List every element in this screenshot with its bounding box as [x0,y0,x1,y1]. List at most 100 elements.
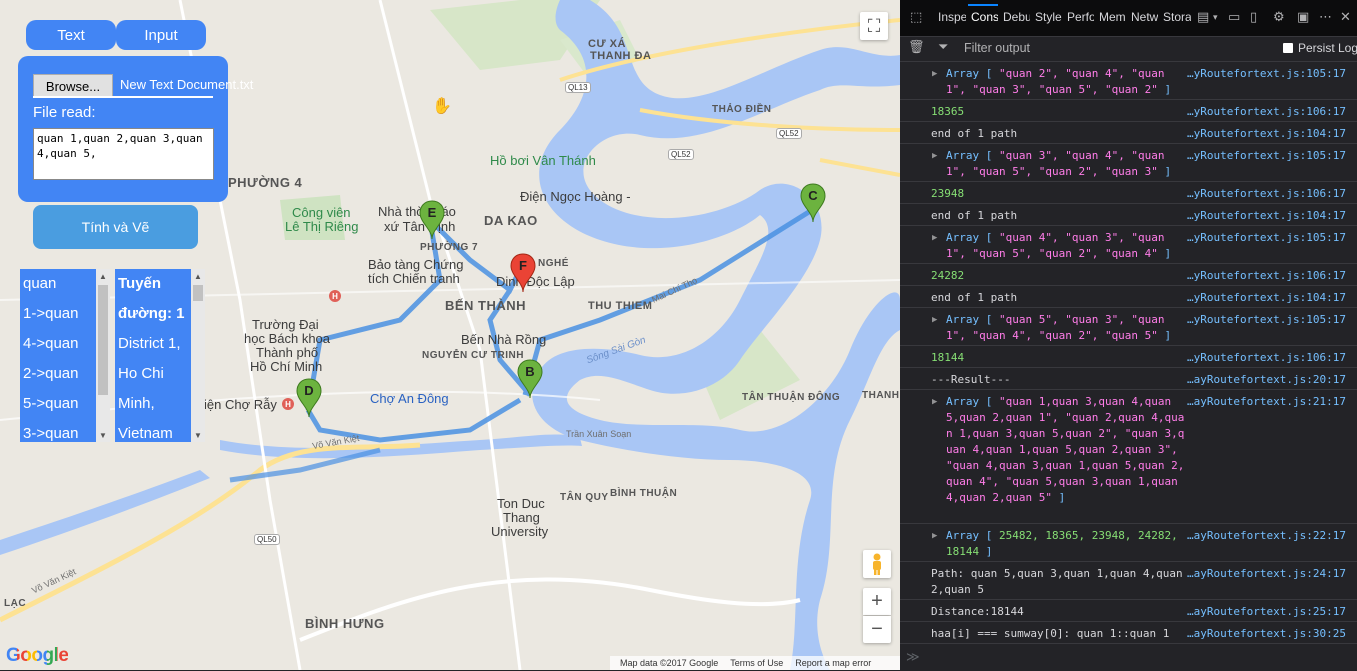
more-options-icon[interactable]: ⋯ [1319,10,1332,25]
file-content-textarea[interactable]: quan 1,quan 2,quan 3,quan 4,quan 5, [33,128,214,180]
frame-selector-icon[interactable]: ▤ [1197,10,1209,25]
tab-storage[interactable]: Stora [1163,10,1191,24]
console-message[interactable]: ▶ Array [ "quan 1,quan 3,quan 4,quan 5,qu… [900,390,1357,524]
console-message[interactable]: ▶ Array [ "quan 4", "quan 3", "quan 1", "… [900,226,1357,264]
console-message[interactable]: ▶ Array [ 25482, 18365, 23948, 24282, 181… [900,524,1357,562]
console-message[interactable]: end of 1 path …yRoutefortext.js:104:17 [900,204,1357,226]
chevron-down-icon[interactable]: ▾ [1213,13,1218,23]
scroll-down-icon[interactable]: ▼ [96,428,110,442]
expand-triangle-icon[interactable]: ▶ [932,528,937,544]
map-view[interactable]: PHƯỜNG 4 CƯ XÁ THANH ĐA DA KAO BẾN THÀNH… [0,0,900,670]
source-location-link[interactable]: …yRoutefortext.js:105:17 [1187,148,1357,164]
map-marker-e[interactable]: E [419,200,445,240]
source-location-link[interactable]: …yRoutefortext.js:106:17 [1187,268,1357,284]
tab-input[interactable]: Input [116,20,206,50]
report-map-error-link[interactable]: Report a map error [795,658,871,668]
console-message[interactable]: ---Result--- …ayRoutefortext.js:20:17 [900,368,1357,390]
scrollbar-thumb[interactable] [193,285,203,301]
expand-triangle-icon[interactable]: ▶ [932,66,937,82]
tab-network[interactable]: Netw [1131,10,1158,24]
split-console-icon[interactable]: ▭ [1228,10,1240,25]
active-tab-indicator [968,4,998,6]
expand-triangle-icon[interactable]: ▶ [932,230,937,246]
console-message-text: 24282 [931,269,965,282]
console-message[interactable]: Distance:18144 …ayRoutefortext.js:25:17 [900,600,1357,622]
map-marker-d[interactable]: D [296,378,322,418]
tab-console[interactable]: Cons [971,10,998,24]
filter-output-input[interactable]: Filter output [964,41,1030,55]
source-location-link[interactable]: …yRoutefortext.js:106:17 [1187,350,1357,366]
source-location-link[interactable]: …ayRoutefortext.js:30:25 [1187,626,1357,642]
map-marker-c[interactable]: C [800,183,826,223]
calculate-and-draw-button[interactable]: Tính và Vẽ [33,205,198,249]
expand-triangle-icon[interactable]: ▶ [932,312,937,328]
console-message-text: end of 1 path [931,291,1018,304]
source-location-link[interactable]: …yRoutefortext.js:105:17 [1187,230,1357,246]
source-location-link[interactable]: …yRoutefortext.js:106:17 [1187,104,1357,120]
browse-button[interactable]: Browse... [33,74,113,98]
source-location-link[interactable]: …yRoutefortext.js:104:17 [1187,290,1357,306]
street-view-pegman-icon[interactable] [863,550,891,578]
scrollbar[interactable]: ▲ ▼ [191,269,205,442]
expand-triangle-icon[interactable]: ▶ [932,394,937,410]
zoom-out-button[interactable]: − [863,616,891,643]
console-message[interactable]: haa[i] === sumway[0]: quan 1::quan 1 …ayR… [900,622,1357,642]
chevron-right-icon: ≫ [906,650,920,665]
console-message[interactable]: 18365 …yRoutefortext.js:106:17 [900,100,1357,122]
console-message[interactable]: end of 1 path …yRoutefortext.js:104:17 [900,286,1357,308]
scroll-up-icon[interactable]: ▲ [96,269,110,283]
gear-icon[interactable]: ⚙ [1273,10,1285,25]
tab-inspector[interactable]: Inspe [938,10,966,24]
source-location-link[interactable]: …yRoutefortext.js:104:17 [1187,208,1357,224]
console-message-text: Distance:18144 [931,605,1024,618]
terms-of-use-link[interactable]: Terms of Use [730,658,783,668]
console-message-text: end of 1 path [931,127,1018,140]
route-detail-list[interactable]: Tuyến đường: 1 District 1, Ho Chi Minh, … [115,269,205,442]
tab-performance[interactable]: Perfo [1067,10,1094,24]
scrollbar[interactable]: ▲ ▼ [96,269,110,442]
console-message[interactable]: 23948 …yRoutefortext.js:106:17 [900,182,1357,204]
devtools-panel: ⬚ Inspe Cons Debu Style Perfo Mem Netw S… [900,0,1357,671]
route-order-list[interactable]: quan 1->quan 4->quan 2->quan 5->quan 3->… [20,269,110,442]
source-location-link[interactable]: …yRoutefortext.js:105:17 [1187,66,1357,82]
responsive-design-icon[interactable]: ▯ [1250,10,1257,25]
source-location-link[interactable]: …ayRoutefortext.js:21:17 [1187,394,1357,410]
fullscreen-icon[interactable]: ⛶ [860,12,888,40]
source-location-link[interactable]: …ayRoutefortext.js:22:17 [1187,528,1357,544]
tab-debugger[interactable]: Debu [1003,10,1030,24]
expand-triangle-icon[interactable]: ▶ [932,148,937,164]
tab-style-editor[interactable]: Style [1035,10,1063,24]
scrollbar-thumb[interactable] [98,285,108,395]
scroll-down-icon[interactable]: ▼ [191,428,205,442]
map-data-attribution: Map data ©2017 Google [620,658,719,668]
console-message-text: Array [ "quan 5", "quan 3", "quan 1", "q… [946,313,1172,342]
source-location-link[interactable]: …yRoutefortext.js:104:17 [1187,126,1357,142]
source-location-link[interactable]: …ayRoutefortext.js:25:17 [1187,604,1357,620]
close-icon[interactable]: ✕ [1340,10,1351,25]
console-message[interactable]: 18144 …yRoutefortext.js:106:17 [900,346,1357,368]
element-picker-icon[interactable]: ⬚ [910,10,922,25]
console-message[interactable]: ▶ Array [ "quan 2", "quan 4", "quan 1", "… [900,62,1357,100]
dock-side-icon[interactable]: ▣ [1297,10,1309,25]
source-location-link[interactable]: …yRoutefortext.js:106:17 [1187,186,1357,202]
tab-memory[interactable]: Mem [1099,10,1126,24]
console-message[interactable]: ▶ Array [ "quan 3", "quan 4", "quan 1", "… [900,144,1357,182]
source-location-link[interactable]: …ayRoutefortext.js:24:17 [1187,566,1357,582]
zoom-in-button[interactable]: + [863,588,891,615]
source-location-link[interactable]: …ayRoutefortext.js:20:17 [1187,372,1357,388]
persist-logs-checkbox[interactable] [1283,43,1293,53]
map-marker-f[interactable]: F [510,253,536,293]
trash-icon[interactable]: 🗑 [908,40,925,55]
console-message[interactable]: 24282 …yRoutefortext.js:106:17 [900,264,1357,286]
console-input[interactable]: ≫ [900,643,1357,671]
map-marker-b[interactable]: B [517,359,543,399]
source-location-link[interactable]: …yRoutefortext.js:105:17 [1187,312,1357,328]
console-message[interactable]: Path: quan 5,quan 3,quan 1,quan 4,quan 2… [900,562,1357,600]
tab-text[interactable]: Text [26,20,116,50]
console-message[interactable]: ▶ Array [ "quan 5", "quan 3", "quan 1", "… [900,308,1357,346]
console-message-text: Array [ "quan 3", "quan 4", "quan 1", "q… [946,149,1172,178]
scroll-up-icon[interactable]: ▲ [191,269,205,283]
console-message[interactable]: end of 1 path …yRoutefortext.js:104:17 [900,122,1357,144]
hand-cursor-icon: ✋ [432,98,452,115]
console-output[interactable]: ▶ Array [ "quan 2", "quan 4", "quan 1", "… [900,62,1357,642]
